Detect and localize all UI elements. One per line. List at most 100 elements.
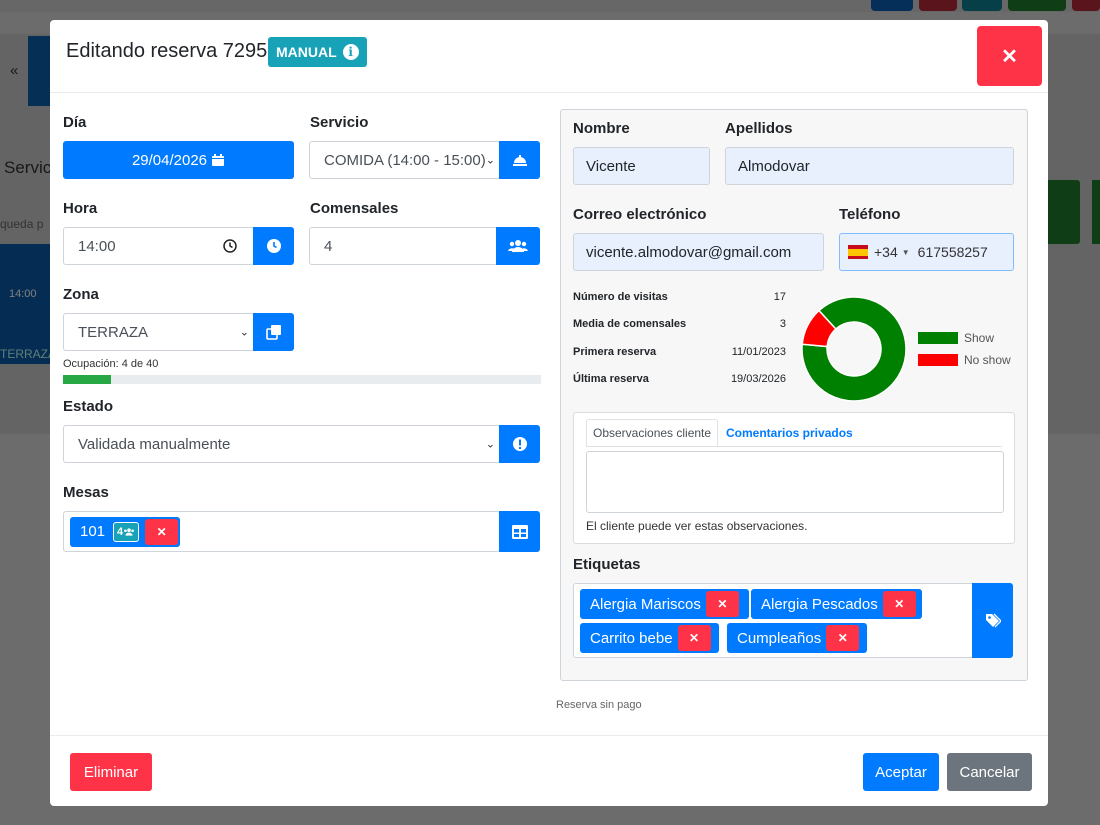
service-bell-button[interactable] (499, 141, 540, 179)
servicio-label: Servicio (310, 114, 369, 131)
accept-button[interactable]: Aceptar (863, 753, 939, 791)
times-icon: ✕ (894, 597, 905, 611)
zona-label: Zona (63, 286, 99, 303)
comensales-input[interactable]: 4 (309, 227, 500, 265)
nombre-value: Vicente (586, 157, 636, 175)
close-button[interactable]: ✕ (977, 26, 1042, 86)
stat-comensales-value: 3 (779, 318, 786, 330)
legend-noshow-label: No show (964, 353, 1011, 367)
remove-tag-button[interactable]: ✕ (677, 625, 711, 651)
people-button[interactable] (496, 227, 540, 265)
times-icon: ✕ (1001, 45, 1018, 68)
servicio-select[interactable]: COMIDA (14:00 - 15:00) ⌄ (309, 141, 500, 179)
dia-label: Día (63, 114, 87, 131)
users-icon (124, 527, 135, 536)
tab-observaciones-cliente[interactable]: Observaciones cliente (586, 419, 719, 447)
zone-copy-button[interactable] (253, 313, 294, 351)
remove-tag-button[interactable]: ✕ (826, 625, 860, 651)
table-chip: 101 4 ✕ (70, 516, 181, 547)
delete-button[interactable]: Eliminar (70, 753, 152, 791)
tag-label: Alergia Pescados (761, 595, 878, 613)
telefono-input[interactable]: +34 ▼ 617558257 (839, 233, 1014, 271)
bell-service-icon (512, 155, 527, 166)
table-capacity-badge: 4 (113, 521, 140, 542)
occupancy-bar-fill (63, 375, 111, 384)
legend-show-swatch (918, 332, 958, 344)
zona-select[interactable]: TERRAZA ⌄ (63, 313, 254, 351)
apellidos-input[interactable]: Almodovar (725, 147, 1014, 185)
tag-label: Alergia Mariscos (590, 595, 701, 613)
apellidos-label: Apellidos (725, 120, 793, 137)
observations-note: El cliente puede ver estas observaciones… (586, 519, 808, 533)
date-value: 29/04/2026 (131, 151, 208, 169)
remove-tag-button[interactable]: ✕ (882, 591, 916, 617)
comensales-label: Comensales (310, 200, 399, 217)
legend-show-label: Show (964, 331, 995, 345)
estado-value: Validada manualmente (78, 435, 231, 453)
tags-field[interactable]: Alergia Mariscos ✕ Alergia Pescados ✕ Ca… (573, 583, 973, 658)
chevron-down-icon: ⌄ (485, 438, 495, 451)
modal-title: Editando reserva 72959 (66, 40, 279, 62)
remove-tag-button[interactable]: ✕ (705, 591, 739, 617)
legend-show: Show (918, 331, 994, 345)
zona-value: TERRAZA (78, 323, 149, 341)
stat-ultima-label: Última reserva (573, 373, 649, 385)
stat-primera-value: 11/01/2023 (731, 346, 786, 358)
tag-label: Carrito bebe (590, 629, 673, 647)
times-icon: ✕ (717, 597, 728, 611)
estado-label: Estado (63, 398, 114, 415)
hora-input[interactable]: 14:00 (63, 227, 254, 265)
correo-input[interactable]: vicente.almodovar@gmail.com (573, 233, 824, 271)
tabs-divider (586, 446, 1002, 447)
occupancy-bar (63, 375, 541, 384)
client-panel: Nombre Vicente Apellidos Almodovar Corre… (560, 109, 1028, 681)
times-icon: ✕ (837, 631, 848, 645)
occupancy-text: Ocupación: 4 de 40 (63, 358, 159, 370)
modal-header: Editando reserva 72959 MANUAL i ✕ (50, 20, 1048, 93)
date-picker[interactable]: 29/04/2026 (63, 141, 294, 179)
observations-textarea[interactable] (586, 451, 1004, 513)
info-icon[interactable]: i (342, 44, 359, 60)
edit-reservation-modal: Editando reserva 72959 MANUAL i ✕ Día 29… (50, 20, 1048, 806)
modal-footer: Eliminar Aceptar Cancelar (50, 735, 1048, 806)
legend-noshow: No show (918, 353, 1011, 367)
table-grid-button[interactable] (499, 511, 540, 552)
calendar-icon (212, 154, 225, 166)
nombre-input[interactable]: Vicente (573, 147, 710, 185)
manual-badge: MANUAL i (268, 37, 367, 67)
correo-value: vicente.almodovar@gmail.com (586, 243, 792, 261)
phone-prefix: +34 (874, 244, 898, 260)
show-noshow-chart (801, 296, 907, 402)
comensales-value: 4 (324, 237, 333, 255)
clock-icon (266, 239, 281, 253)
mesas-field[interactable]: 101 4 ✕ (63, 511, 500, 552)
estado-alert-button[interactable] (499, 425, 540, 463)
correo-label: Correo electrónico (573, 206, 707, 223)
clock-small-icon (223, 239, 237, 253)
add-tag-button[interactable] (972, 583, 1013, 658)
exclamation-circle-icon (512, 437, 527, 451)
estado-select[interactable]: Validada manualmente ⌄ (63, 425, 500, 463)
stat-ultima-value: 19/03/2026 (730, 373, 786, 385)
stat-visitas-label: Número de visitas (573, 291, 668, 303)
tag-chip: Alergia Mariscos ✕ (580, 589, 749, 619)
etiquetas-label: Etiquetas (573, 556, 641, 573)
chevron-down-icon: ⌄ (485, 154, 495, 167)
tag-chip: Cumpleaños ✕ (727, 623, 868, 653)
hora-value: 14:00 (78, 237, 116, 255)
legend-noshow-swatch (918, 354, 958, 366)
manual-badge-label: MANUAL (276, 44, 337, 60)
stat-primera-label: Primera reserva (573, 346, 657, 358)
times-icon: ✕ (689, 631, 700, 645)
remove-table-button[interactable]: ✕ (145, 518, 179, 545)
clone-icon (265, 325, 281, 340)
clock-button[interactable] (253, 227, 294, 265)
users-icon (508, 240, 528, 252)
tab-comentarios-privados[interactable]: Comentarios privados (720, 419, 859, 447)
mesas-label: Mesas (63, 484, 109, 501)
spain-flag-icon[interactable] (848, 245, 868, 259)
phone-value: 617558257 (917, 244, 988, 260)
payment-status: Reserva sin pago (556, 699, 642, 711)
times-icon: ✕ (156, 524, 167, 539)
cancel-button[interactable]: Cancelar (947, 753, 1032, 791)
